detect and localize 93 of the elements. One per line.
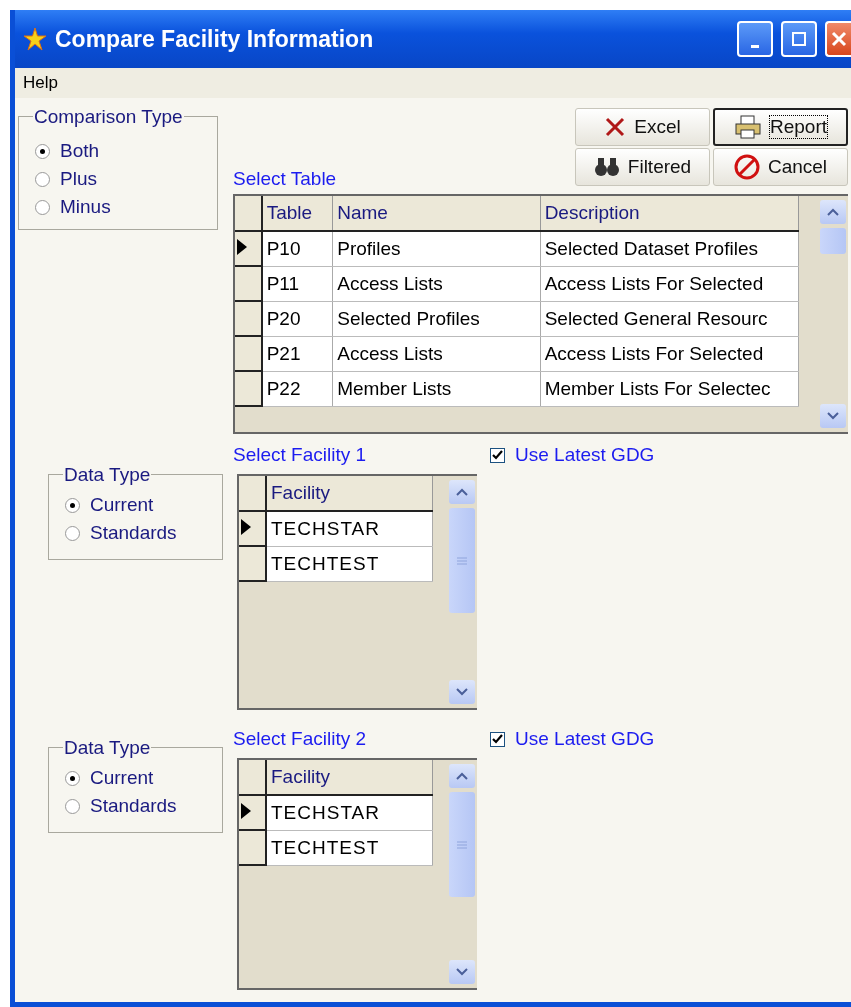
checkmark-icon bbox=[492, 449, 503, 461]
table-cell: Selected General Resourc bbox=[540, 301, 799, 336]
table-cell: Profiles bbox=[332, 231, 541, 266]
table-cell: P20 bbox=[261, 301, 333, 336]
checkbox-icon[interactable] bbox=[490, 731, 505, 747]
star-icon bbox=[23, 27, 47, 51]
latest-gdg-checkbox[interactable]: Use Latest GDG bbox=[490, 444, 655, 466]
table-cell: P21 bbox=[261, 336, 333, 371]
radio-option[interactable]: Plus bbox=[35, 165, 97, 193]
section-label: Select Table bbox=[233, 168, 337, 190]
row-indicator[interactable] bbox=[239, 546, 266, 581]
table-cell: TECHSTAR bbox=[266, 511, 433, 546]
maximize-button[interactable] bbox=[781, 21, 817, 57]
cancel-button[interactable]: Cancel bbox=[713, 148, 848, 186]
row-indicator[interactable] bbox=[235, 301, 262, 336]
radio-icon[interactable] bbox=[35, 199, 50, 215]
minimize-icon bbox=[751, 44, 759, 48]
table-cell: Selected Dataset Profiles bbox=[540, 231, 799, 266]
radio-option[interactable]: Both bbox=[35, 137, 100, 165]
row-pointer-icon bbox=[241, 518, 251, 535]
table-cell: TECHSTAR bbox=[266, 795, 433, 830]
close-button[interactable] bbox=[825, 21, 851, 57]
row-pointer-icon bbox=[237, 238, 247, 255]
minimize-button[interactable] bbox=[737, 21, 773, 57]
chevron-down-icon bbox=[827, 412, 839, 420]
scroll-down-button[interactable] bbox=[449, 680, 475, 704]
row-indicator[interactable] bbox=[239, 795, 266, 830]
report-button[interactable]: Report bbox=[713, 108, 848, 146]
scrollbar-thumb[interactable] bbox=[449, 792, 475, 897]
close-icon bbox=[830, 30, 848, 48]
radio-icon[interactable] bbox=[35, 171, 50, 187]
table-cell: Selected Profiles bbox=[332, 301, 541, 336]
section-label: Select Facility 1 bbox=[233, 444, 368, 466]
grip-icon bbox=[457, 840, 467, 849]
scroll-up-button[interactable] bbox=[449, 764, 475, 788]
filter-button[interactable]: Filtered bbox=[575, 148, 710, 186]
table-cell: P11 bbox=[261, 266, 333, 301]
checkmark-icon bbox=[492, 733, 503, 745]
radio-option[interactable]: Standards bbox=[65, 792, 177, 820]
column-header[interactable]: Description bbox=[540, 196, 799, 231]
binoculars-icon bbox=[593, 157, 620, 177]
latest-gdg-checkbox[interactable]: Use Latest GDG bbox=[490, 728, 655, 750]
cross-icon bbox=[604, 116, 627, 138]
menu-item[interactable]: Help bbox=[23, 73, 58, 93]
table-cell: Access Lists bbox=[332, 266, 541, 301]
radio-icon[interactable] bbox=[65, 525, 80, 541]
table-cell: Access Lists For Selected bbox=[540, 336, 799, 371]
excel-button[interactable]: Excel bbox=[575, 108, 710, 146]
radio-icon[interactable] bbox=[65, 798, 80, 814]
column-header[interactable]: Name bbox=[332, 196, 541, 231]
radio-option[interactable]: Minus bbox=[35, 193, 111, 221]
chevron-down-icon bbox=[456, 968, 468, 976]
row-indicator[interactable] bbox=[235, 336, 262, 371]
table-cell: Access Lists For Selected bbox=[540, 266, 799, 301]
radio-option[interactable]: Current bbox=[65, 764, 154, 792]
table-cell: P10 bbox=[261, 231, 333, 266]
row-indicator[interactable] bbox=[239, 830, 266, 865]
chevron-up-icon bbox=[456, 488, 468, 496]
table-cell: TECHTEST bbox=[266, 546, 433, 581]
window-title: Compare Facility Information bbox=[55, 25, 375, 53]
table-cell: Member Lists bbox=[332, 371, 541, 406]
section-label: Select Facility 2 bbox=[233, 728, 368, 750]
chevron-up-icon bbox=[456, 772, 468, 780]
scroll-down-button[interactable] bbox=[449, 960, 475, 984]
row-indicator[interactable] bbox=[235, 266, 262, 301]
grip-icon bbox=[457, 556, 467, 565]
scroll-up-button[interactable] bbox=[820, 200, 846, 224]
column-header[interactable]: Table bbox=[261, 196, 333, 231]
radio-icon[interactable] bbox=[35, 143, 50, 159]
table-cell: TECHTEST bbox=[266, 830, 433, 865]
table-cell: Access Lists bbox=[332, 336, 541, 371]
row-indicator[interactable] bbox=[235, 371, 262, 406]
column-header[interactable]: Facility bbox=[266, 476, 433, 511]
radio-icon[interactable] bbox=[65, 770, 80, 786]
stop-icon bbox=[733, 154, 760, 180]
scrollbar-thumb[interactable] bbox=[449, 508, 475, 613]
scroll-down-button[interactable] bbox=[820, 404, 846, 428]
chevron-up-icon bbox=[827, 208, 839, 216]
maximize-icon bbox=[791, 31, 807, 47]
table-cell: Member Lists For Selectec bbox=[540, 371, 799, 406]
row-indicator[interactable] bbox=[239, 511, 266, 546]
row-pointer-icon bbox=[241, 802, 251, 819]
radio-icon[interactable] bbox=[65, 497, 80, 513]
scroll-up-button[interactable] bbox=[449, 480, 475, 504]
column-header[interactable]: Facility bbox=[266, 760, 433, 795]
table-cell: P22 bbox=[261, 371, 333, 406]
scrollbar-thumb[interactable] bbox=[820, 228, 846, 254]
chevron-down-icon bbox=[456, 688, 468, 696]
checkbox-icon[interactable] bbox=[490, 447, 505, 463]
row-indicator[interactable] bbox=[235, 231, 262, 266]
radio-option[interactable]: Standards bbox=[65, 519, 177, 547]
radio-option[interactable]: Current bbox=[65, 491, 154, 519]
printer-icon bbox=[734, 115, 762, 139]
